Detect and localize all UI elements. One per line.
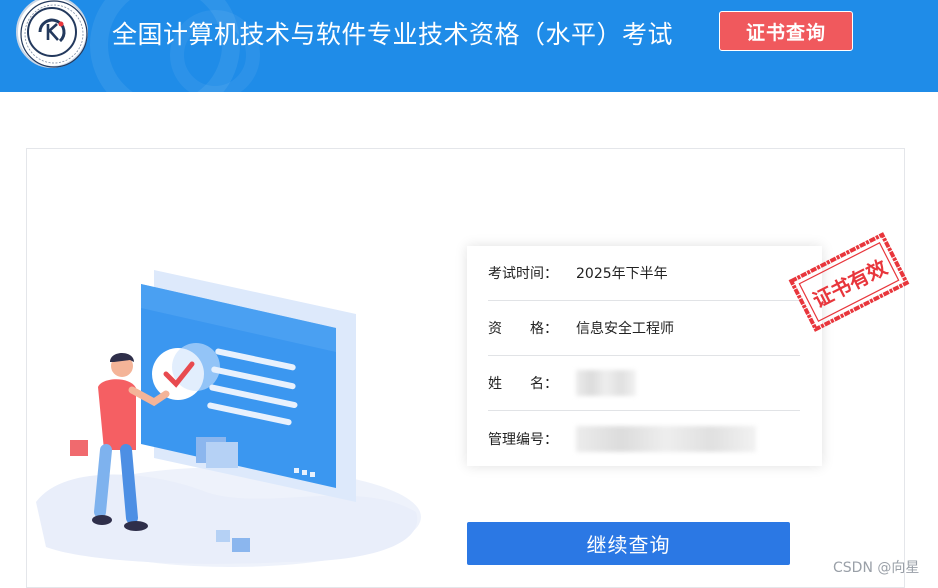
ceiaec-logo-icon xyxy=(16,0,88,68)
certificate-result-card: 考试时间： 2025年下半年 资 格： 信息安全工程师 姓 名： 管理编号： xyxy=(467,246,822,466)
cert-query-button[interactable]: 证书查询 xyxy=(719,11,853,51)
qualification-value: 信息安全工程师 xyxy=(576,321,674,337)
continue-query-button[interactable]: 继续查询 xyxy=(467,522,790,565)
name-row: 姓 名： xyxy=(488,356,800,411)
header-bar: 全国计算机技术与软件专业技术资格（水平）考试 证书查询 xyxy=(0,0,938,92)
name-label: 姓 名： xyxy=(488,376,558,392)
exam-time-row: 考试时间： 2025年下半年 xyxy=(488,246,800,301)
illustration-person-with-screen-icon xyxy=(36,270,421,567)
watermark-text: CSDN @向星 xyxy=(833,560,920,576)
name-value-redacted xyxy=(576,370,636,396)
exam-time-value: 2025年下半年 xyxy=(576,266,668,282)
exam-time-label: 考试时间： xyxy=(488,266,558,282)
logo-ring-icon xyxy=(20,0,88,68)
management-number-label: 管理编号： xyxy=(488,431,558,448)
qualification-label: 资 格： xyxy=(488,321,558,337)
qualification-row: 资 格： 信息安全工程师 xyxy=(488,301,800,356)
management-number-value-redacted xyxy=(576,425,756,452)
management-number-row: 管理编号： xyxy=(488,411,800,466)
page-title: 全国计算机技术与软件专业技术资格（水平）考试 xyxy=(112,20,674,49)
